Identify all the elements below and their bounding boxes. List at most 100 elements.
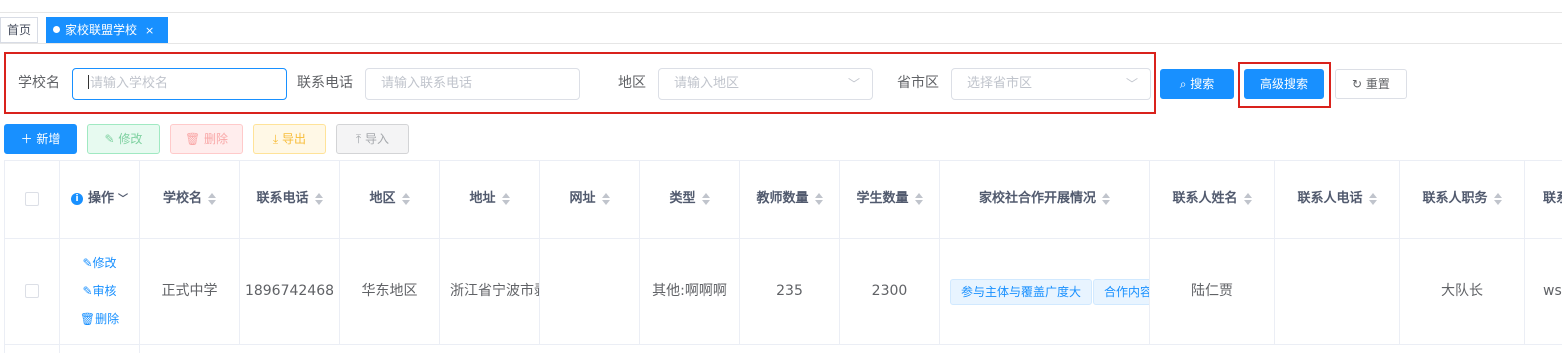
header-contact-phone[interactable]: 联系人电话 [1275,161,1400,239]
sort-icon[interactable] [1102,192,1110,205]
row-checkbox[interactable] [25,284,39,298]
sort-icon[interactable] [601,192,610,205]
add-button-label: 新增 [36,132,61,146]
search-button[interactable]: ⌕ 搜索 [1160,69,1234,99]
cell-teachers: 235 [740,239,840,345]
reset-button[interactable]: ↻ 重置 [1335,69,1407,99]
active-dot-icon [53,26,60,33]
sort-icon[interactable] [314,192,323,205]
search-icon: ⌕ [1179,77,1191,91]
header-partial[interactable]: 联系 [1525,161,1562,239]
header-students-label: 学生数量 [856,191,909,206]
delete-button[interactable]: 🗑 删除 [170,124,243,154]
phone-input[interactable]: 请输入联系电话 [365,68,580,100]
school-name-label: 学校名 [18,75,60,91]
header-website-label: 网址 [569,191,596,206]
header-ops[interactable]: i 操作 ﹀ [60,161,140,239]
header-ops-label: 操作 [87,191,114,206]
header-contact-name[interactable]: 联系人姓名 [1150,161,1275,239]
row-delete-label: 删除 [95,312,120,326]
add-button[interactable]: ＋ 新增 [4,124,77,154]
sort-icon[interactable] [1368,192,1377,205]
school-name-input[interactable]: 请输入学校名 [72,68,287,100]
cell-phone: 1896742468 [240,239,340,345]
edit-icon: ✎ [82,284,93,298]
header-phone[interactable]: 联系电话 [240,161,340,239]
sort-icon[interactable] [701,192,710,205]
reset-button-label: 重置 [1365,77,1390,91]
cell-cooperation: 参与主体与覆盖广度大 合作内容 [940,239,1150,345]
tab-family-school-alliance[interactable]: 家校联盟学校 × [46,17,168,43]
cell-contact-title: 大队长 [1400,239,1525,345]
row-edit-link[interactable]: ✎修改 [60,255,139,271]
header-contact-title-label: 联系人职务 [1422,191,1488,206]
cell-contact-phone [1275,239,1400,345]
import-button-label: 导入 [365,132,390,146]
cell-region: 华东地区 [340,239,440,345]
row-edit-label: 修改 [92,256,117,270]
sort-icon[interactable] [814,192,823,205]
tab-close-icon[interactable]: × [145,24,154,37]
chevron-down-icon: ﹀ [1125,77,1138,91]
row-delete-link[interactable]: 🗑删除 [60,311,139,327]
tab-home[interactable]: 首页 [0,17,38,43]
next-row-cell [5,345,60,353]
header-address[interactable]: 地址 [440,161,540,239]
province-cascader[interactable]: 选择省市区 ﹀ [951,68,1151,100]
school-table: i 操作 ﹀ 学校名 联系电话 地区 地址 网址 类型 教师数量 学生数量 家校社合… [4,160,1562,353]
edit-icon: ✎ [82,256,93,270]
header-school[interactable]: 学校名 [140,161,240,239]
school-name-placeholder: 请输入学校名 [90,76,169,91]
tags-view-bar: 首页 家校联盟学校 × [0,12,1562,44]
import-button[interactable]: ⤒ 导入 [336,124,409,154]
row-review-link[interactable]: ✎审核 [60,283,139,299]
cell-school: 正式中学 [140,239,240,345]
header-type[interactable]: 类型 [640,161,740,239]
province-label: 省市区 [897,75,939,91]
select-all-checkbox[interactable] [25,191,39,206]
header-address-label: 地址 [469,191,496,206]
plus-icon: ＋ [20,132,37,146]
upload-icon: ⤒ [355,132,366,146]
header-type-label: 类型 [669,191,696,206]
edit-button[interactable]: ✎ 修改 [87,124,160,154]
export-button[interactable]: ⤓ 导出 [253,124,326,154]
cell-website [540,239,640,345]
header-cooperation-label: 家校社合作开展情况 [978,191,1096,206]
chevron-down-icon: ﹀ [118,194,128,205]
chevron-down-icon: ﹀ [847,77,860,91]
sort-icon[interactable] [208,192,216,205]
header-region[interactable]: 地区 [340,161,440,239]
header-teachers[interactable]: 教师数量 [740,161,840,239]
tab-home-label: 首页 [7,23,32,37]
tab-active-label: 家校联盟学校 [65,23,138,37]
info-icon: i [70,193,83,205]
header-contact-phone-label: 联系人电话 [1297,191,1363,206]
header-region-label: 地区 [369,191,396,206]
cell-partial: wss [1525,239,1562,345]
header-partial-label: 联系 [1543,191,1562,206]
cooperation-tag: 参与主体与覆盖广度大 [950,279,1093,305]
header-contact-title[interactable]: 联系人职务 [1400,161,1525,239]
header-select-all [5,161,60,239]
sort-icon[interactable] [914,192,923,205]
export-button-label: 导出 [282,132,307,146]
province-placeholder: 选择省市区 [967,76,1033,91]
cell-address: 浙江省宁波市剥 [440,239,540,345]
row-ops-cell: ✎修改 ✎审核 🗑删除 [60,239,140,345]
header-students[interactable]: 学生数量 [840,161,940,239]
region-select[interactable]: 请输入地区 ﹀ [658,68,873,100]
sort-icon[interactable] [501,192,510,205]
phone-placeholder: 请输入联系电话 [381,76,473,91]
header-cooperation[interactable]: 家校社合作开展情况 [940,161,1150,239]
sort-icon[interactable] [1493,192,1502,205]
cell-contact-name: 陆仁贾 [1150,239,1275,345]
advanced-search-button[interactable]: 高级搜索 [1244,69,1324,99]
edit-icon: ✎ [104,132,119,146]
search-button-label: 搜索 [1190,77,1215,91]
header-website[interactable]: 网址 [540,161,640,239]
sort-icon[interactable] [401,192,410,205]
advanced-search-label: 高级搜索 [1259,77,1308,91]
sort-icon[interactable] [1243,192,1252,205]
row-select-cell [5,239,60,345]
